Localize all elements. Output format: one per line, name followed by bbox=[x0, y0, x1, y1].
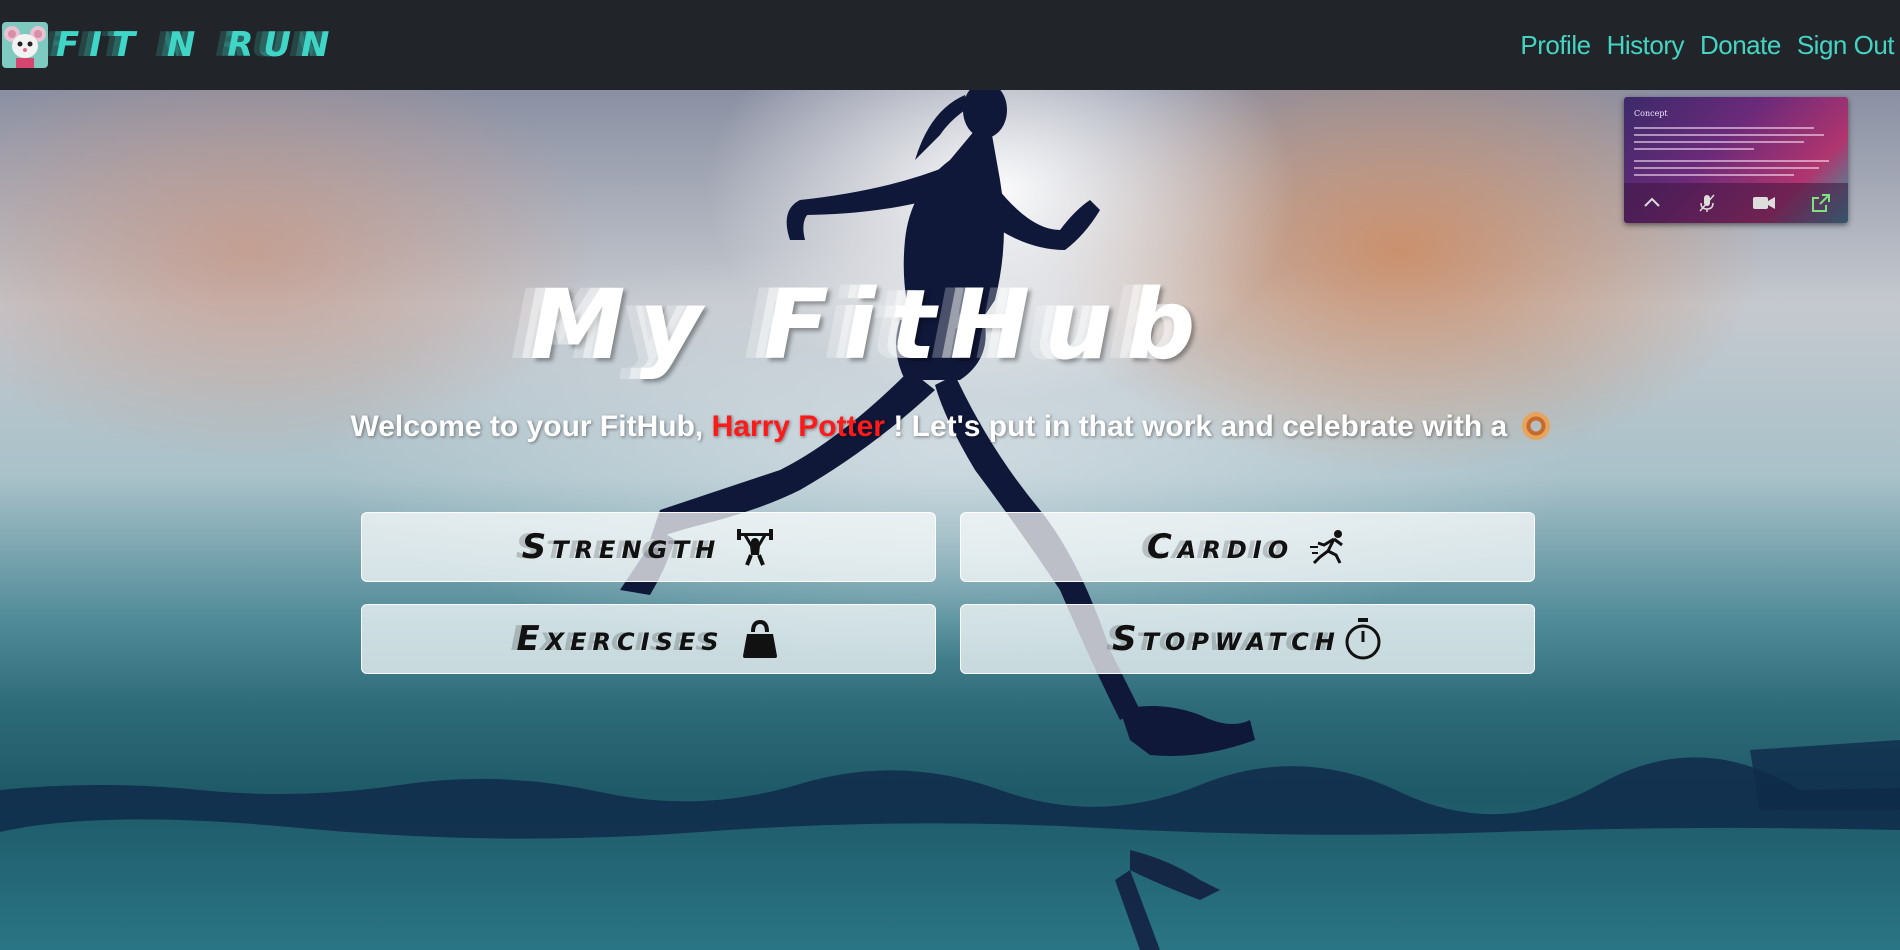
pip-text-line bbox=[1634, 148, 1754, 150]
hero-background-image bbox=[0, 90, 1900, 950]
pip-text-line bbox=[1634, 174, 1794, 176]
runner-silhouette-image bbox=[0, 90, 1900, 950]
nav-link-history[interactable]: History bbox=[1607, 30, 1685, 61]
user-name: Harry Potter bbox=[711, 410, 885, 443]
brand-name: FIT N RUN bbox=[56, 25, 340, 65]
open-external-icon[interactable] bbox=[1810, 192, 1832, 214]
pip-text-line bbox=[1634, 167, 1819, 169]
nav-link-profile[interactable]: Profile bbox=[1520, 30, 1591, 61]
kettlebell-icon bbox=[739, 618, 781, 660]
nav-link-donate[interactable]: Donate bbox=[1700, 30, 1781, 61]
welcome-message: Welcome to your FitHub, Harry Potter ! L… bbox=[0, 410, 1900, 444]
runner-icon bbox=[1308, 527, 1348, 567]
mouse-mascot-icon bbox=[2, 22, 48, 68]
pip-text-line bbox=[1634, 160, 1829, 162]
strength-label: Strength bbox=[521, 527, 722, 567]
strength-button[interactable]: Strength bbox=[361, 512, 936, 582]
cardio-label: Cardio bbox=[1146, 527, 1295, 567]
pip-text-line bbox=[1634, 141, 1804, 143]
pip-controls bbox=[1624, 183, 1848, 223]
stopwatch-icon bbox=[1343, 617, 1383, 661]
stopwatch-button[interactable]: Stopwatch bbox=[960, 604, 1535, 674]
top-navbar: FIT N RUN Profile History Donate Sign Ou… bbox=[0, 0, 1900, 90]
weightlifter-icon bbox=[735, 527, 775, 567]
cardio-button[interactable]: Cardio bbox=[960, 512, 1535, 582]
page-title: My FitHub bbox=[530, 269, 1210, 381]
pip-text-line bbox=[1634, 134, 1824, 136]
camera-icon[interactable] bbox=[1751, 192, 1777, 214]
exercises-label: Exercises bbox=[516, 619, 725, 659]
video-pip-window[interactable]: Concept bbox=[1624, 97, 1848, 223]
chevron-up-icon[interactable] bbox=[1641, 192, 1663, 214]
donut-icon bbox=[1521, 412, 1550, 440]
stopwatch-label: Stopwatch bbox=[1112, 619, 1341, 659]
brand[interactable]: FIT N RUN bbox=[0, 0, 339, 90]
pip-document-title: Concept bbox=[1634, 109, 1668, 118]
microphone-muted-icon[interactable] bbox=[1696, 192, 1718, 214]
nav-links: Profile History Donate Sign Out bbox=[1504, 30, 1894, 61]
welcome-suffix: ! Let's put in that work and celebrate w… bbox=[884, 410, 1508, 443]
exercises-button[interactable]: Exercises bbox=[361, 604, 936, 674]
pip-text-line bbox=[1634, 127, 1814, 129]
nav-link-sign-out[interactable]: Sign Out bbox=[1797, 30, 1895, 61]
welcome-prefix: Welcome to your FitHub, bbox=[350, 410, 712, 443]
